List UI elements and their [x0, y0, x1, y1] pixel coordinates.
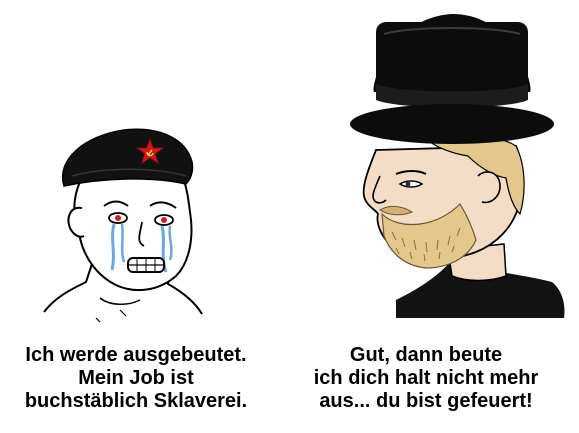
left-caption-line-2: Mein Job ist [78, 367, 194, 389]
crying-wojak-illustration [43, 128, 203, 323]
right-caption-line-1: Gut, dann beute [349, 344, 503, 366]
red-star-hammer-sickle-icon [136, 138, 164, 165]
left-panel: Ich werde ausgebeutet. Mein Job ist buch… [0, 0, 280, 433]
right-caption-line-3: aus... du bist gefeuert! [319, 390, 533, 412]
right-panel: Gut, dann beute ich dich halt nicht mehr… [280, 0, 579, 433]
left-caption: Ich werde ausgebeutet. Mein Job ist buch… [0, 344, 272, 413]
right-caption: Gut, dann beute ich dich halt nicht mehr… [280, 344, 572, 413]
left-caption-line-3: buchstäblich Sklaverei. [24, 390, 248, 412]
bearded-chad-illustration [350, 14, 565, 318]
right-caption-line-2: ich dich halt nicht mehr [313, 367, 539, 389]
left-caption-line-1: Ich werde ausgebeutet. [25, 344, 247, 366]
